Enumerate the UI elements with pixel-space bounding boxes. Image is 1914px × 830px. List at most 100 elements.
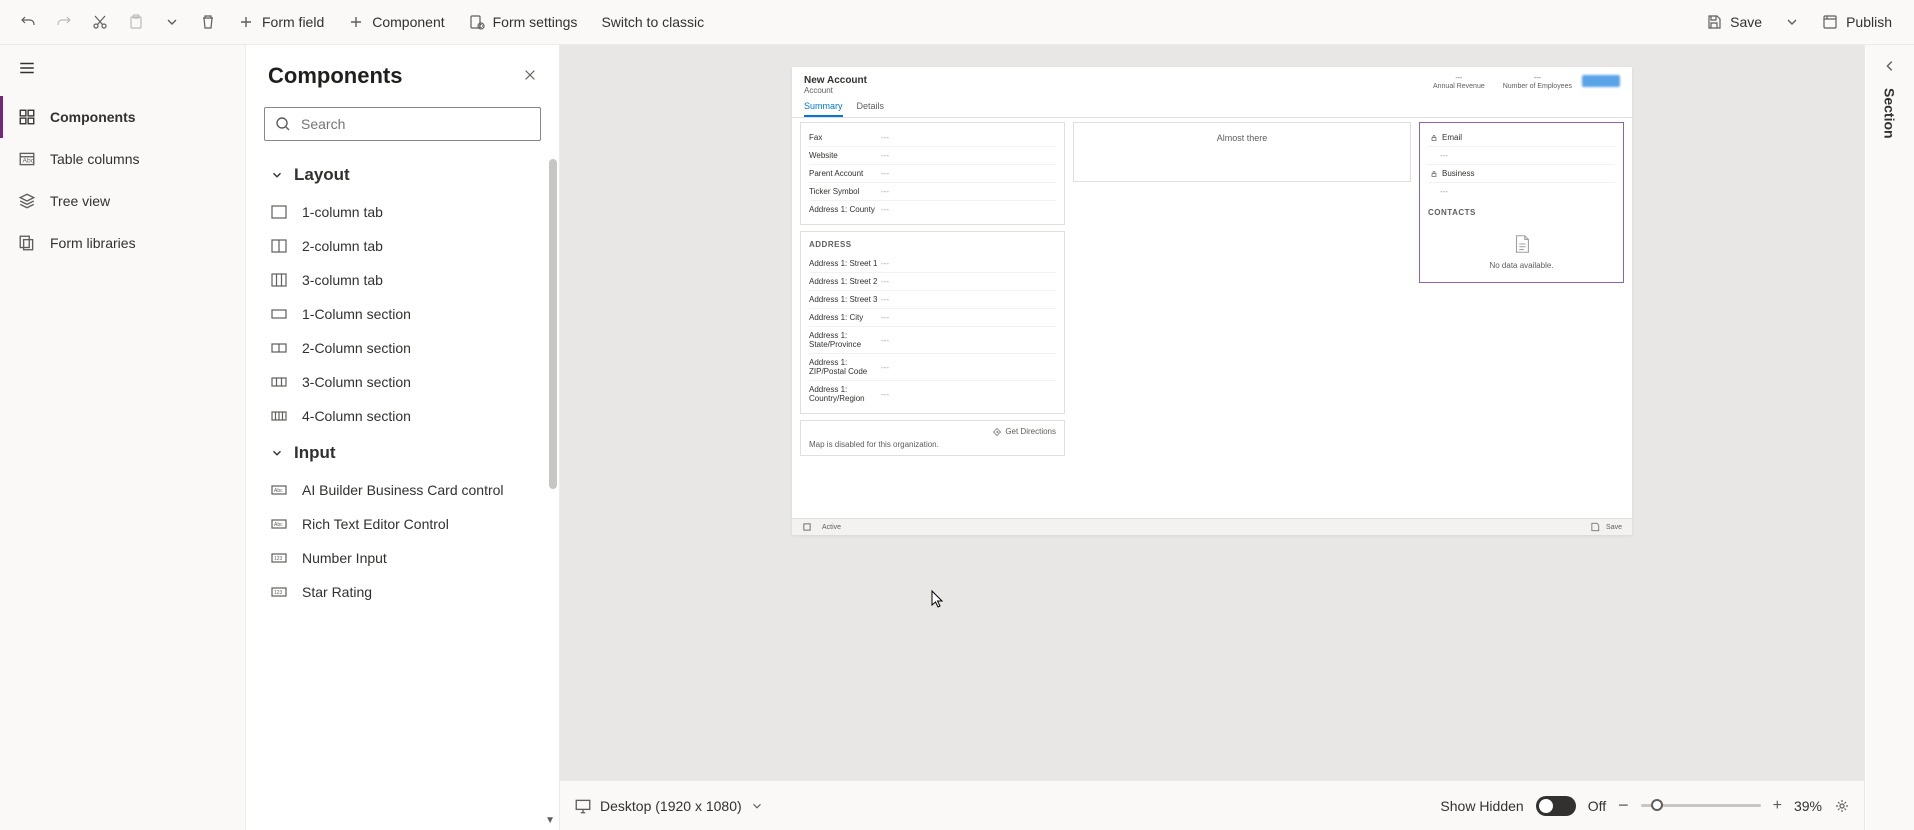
field-street2[interactable]: Address 1: Street 2---: [809, 273, 1056, 291]
paste-button[interactable]: [120, 8, 152, 36]
canvas-area[interactable]: New Account Account ---Annual Revenue --…: [560, 45, 1864, 780]
number-field-icon: 123: [270, 549, 288, 567]
top-toolbar: Form field Component Form settings Switc…: [0, 0, 1914, 45]
zoom-percent: 39%: [1794, 798, 1822, 814]
comp-label: Star Rating: [302, 584, 372, 600]
form-tab-details[interactable]: Details: [857, 101, 885, 117]
comp-1-column-section[interactable]: 1-Column section: [264, 297, 541, 331]
add-component-button[interactable]: Component: [338, 8, 454, 36]
field-street1[interactable]: Address 1: Street 1---: [809, 255, 1056, 273]
section-side-selected[interactable]: Email --- Business --- CONTACTS No data …: [1419, 122, 1624, 283]
save-button[interactable]: Save: [1696, 8, 1772, 36]
comp-3-column-tab[interactable]: 3-column tab: [264, 263, 541, 297]
scrollbar-down-arrow[interactable]: ▼: [545, 815, 555, 826]
chevron-down-icon: [270, 446, 284, 460]
section-address[interactable]: ADDRESS Address 1: Street 1--- Address 1…: [800, 231, 1065, 414]
field-country[interactable]: Address 1: Country/Region---: [809, 381, 1056, 407]
nav-table-columns-label: Table columns: [50, 151, 140, 167]
nav-components[interactable]: Components: [0, 96, 245, 138]
field-ticker-symbol[interactable]: Ticker Symbol---: [809, 183, 1056, 201]
tree-view-icon: [18, 192, 36, 210]
save-icon: [1706, 14, 1722, 30]
comp-label: 2-column tab: [302, 238, 383, 254]
zoom-in-button[interactable]: +: [1773, 797, 1782, 815]
field-city[interactable]: Address 1: City---: [809, 309, 1056, 327]
form-tab-summary[interactable]: Summary: [804, 101, 843, 117]
panel-title: Components: [268, 63, 402, 89]
expand-right-panel-button[interactable]: [1883, 59, 1897, 76]
chevron-down-icon: [164, 14, 180, 30]
zoom-slider-thumb[interactable]: [1651, 799, 1663, 811]
comp-2-column-tab[interactable]: 2-column tab: [264, 229, 541, 263]
device-selector[interactable]: Desktop (1920 x 1080): [574, 797, 764, 815]
nav-form-libraries[interactable]: Form libraries: [0, 222, 245, 264]
save-icon: [1590, 522, 1600, 532]
delete-icon: [200, 14, 216, 30]
field-website[interactable]: Website---: [809, 147, 1056, 165]
section-map[interactable]: Get Directions Map is disabled for this …: [800, 420, 1065, 456]
field-fax[interactable]: Fax---: [809, 129, 1056, 147]
header-owner-badge[interactable]: [1582, 75, 1620, 87]
svg-text:Abc: Abc: [274, 522, 283, 528]
field-street3[interactable]: Address 1: Street 3---: [809, 291, 1056, 309]
section-timeline[interactable]: Almost there: [1073, 122, 1411, 182]
field-address-county[interactable]: Address 1: County---: [809, 201, 1056, 218]
comp-star-rating[interactable]: 123 Star Rating: [264, 575, 541, 609]
form-preview[interactable]: New Account Account ---Annual Revenue --…: [792, 67, 1632, 535]
nav-table-columns[interactable]: Abc Table columns: [0, 138, 245, 180]
comp-label: 1-column tab: [302, 204, 383, 220]
contacts-section-label: CONTACTS: [1428, 206, 1615, 223]
three-col-section-icon: [270, 373, 288, 391]
comp-ai-builder-card[interactable]: Abc AI Builder Business Card control: [264, 473, 541, 507]
form-settings-button[interactable]: Form settings: [459, 8, 588, 36]
form-libraries-icon: [18, 234, 36, 252]
side-field-business[interactable]: Business: [1428, 165, 1615, 183]
nav-tree-view[interactable]: Tree view: [0, 180, 245, 222]
fit-to-screen-icon[interactable]: [1834, 798, 1850, 814]
paste-dropdown-button[interactable]: [156, 8, 188, 36]
comp-3-column-section[interactable]: 3-Column section: [264, 365, 541, 399]
close-panel-button[interactable]: [523, 66, 537, 87]
switch-classic-button[interactable]: Switch to classic: [591, 8, 714, 36]
group-layout-label: Layout: [294, 165, 350, 185]
comp-4-column-section[interactable]: 4-Column section: [264, 399, 541, 433]
header-field-annual-revenue[interactable]: ---Annual Revenue: [1433, 75, 1485, 90]
save-dropdown-button[interactable]: [1776, 8, 1808, 36]
get-directions-link[interactable]: Get Directions: [809, 427, 1056, 440]
comp-rich-text-editor[interactable]: Abc Rich Text Editor Control: [264, 507, 541, 541]
delete-button[interactable]: [192, 8, 224, 36]
group-input-header[interactable]: Input: [264, 433, 541, 473]
comp-2-column-section[interactable]: 2-Column section: [264, 331, 541, 365]
cut-button[interactable]: [84, 8, 116, 36]
show-hidden-toggle[interactable]: [1536, 796, 1576, 816]
two-col-tab-icon: [270, 237, 288, 255]
header-field-num-employees[interactable]: ---Number of Employees: [1503, 75, 1572, 90]
hamburger-button[interactable]: [0, 45, 245, 96]
field-state[interactable]: Address 1: State/Province---: [809, 327, 1056, 354]
field-zip[interactable]: Address 1: ZIP/Postal Code---: [809, 354, 1056, 381]
panel-scroll-area[interactable]: Layout 1-column tab 2-column tab 3-colum…: [246, 155, 559, 830]
redo-button[interactable]: [48, 8, 80, 36]
comp-number-input[interactable]: 123 Number Input: [264, 541, 541, 575]
chevron-left-icon: [1883, 59, 1897, 73]
comp-1-column-tab[interactable]: 1-column tab: [264, 195, 541, 229]
section-account-info[interactable]: Fax--- Website--- Parent Account--- Tick…: [800, 122, 1065, 225]
zoom-out-button[interactable]: −: [1618, 795, 1629, 816]
map-disabled-text: Map is disabled for this organization.: [809, 440, 1056, 449]
undo-button[interactable]: [12, 8, 44, 36]
device-label: Desktop (1920 x 1080): [600, 798, 742, 814]
scrollbar-thumb[interactable]: [549, 159, 557, 489]
publish-button[interactable]: Publish: [1812, 8, 1902, 36]
form-settings-icon: [469, 14, 485, 30]
footer-save[interactable]: Save: [1606, 524, 1622, 531]
status-icon: [802, 522, 812, 532]
zoom-slider[interactable]: [1641, 804, 1761, 807]
group-layout-header[interactable]: Layout: [264, 155, 541, 195]
toggle-state-label: Off: [1588, 798, 1606, 814]
close-icon: [523, 68, 537, 82]
search-input[interactable]: [301, 116, 530, 132]
field-parent-account[interactable]: Parent Account---: [809, 165, 1056, 183]
add-form-field-button[interactable]: Form field: [228, 8, 334, 36]
search-box[interactable]: [264, 107, 541, 141]
side-field-email[interactable]: Email: [1428, 129, 1615, 147]
